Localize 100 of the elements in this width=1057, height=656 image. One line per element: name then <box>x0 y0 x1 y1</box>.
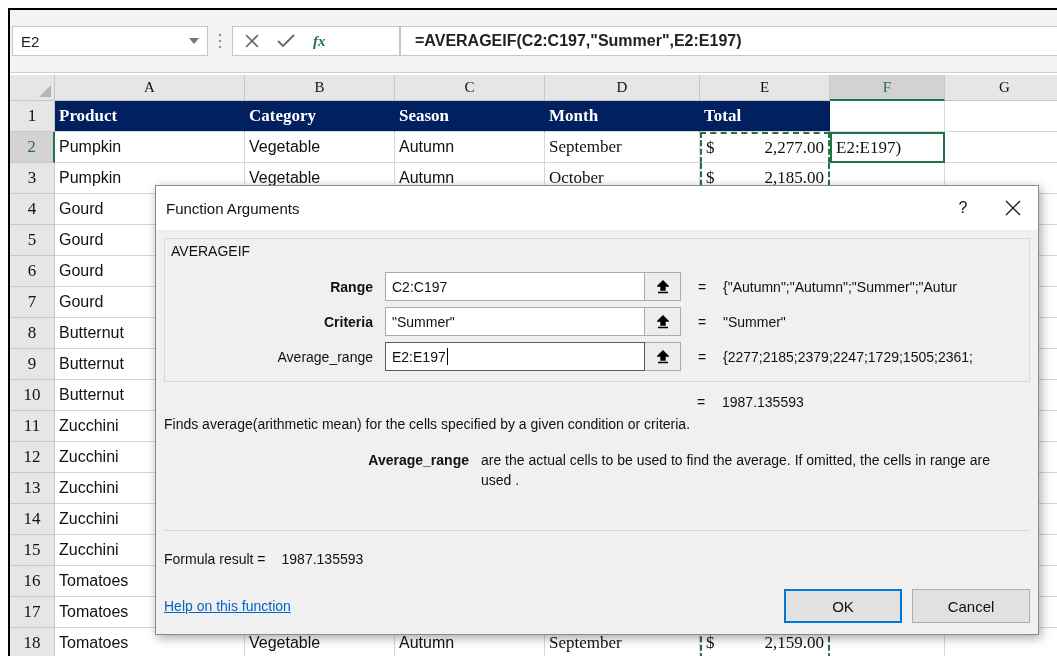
table-cell: Zucchini <box>59 448 119 466</box>
equals-sign: = <box>695 394 707 410</box>
formula-result-value: 1987.135593 <box>281 551 364 567</box>
column-header[interactable]: C <box>395 75 545 101</box>
argument-label: Average_range <box>276 348 374 365</box>
table-cell: Autumn <box>399 138 455 156</box>
function-result: 1987.135593 <box>722 394 805 410</box>
row-header[interactable]: 7 <box>10 287 55 318</box>
upload-arrow-icon[interactable] <box>656 314 669 329</box>
argument-label: Criteria <box>322 313 374 330</box>
function-name: AVERAGEIF <box>170 243 252 259</box>
row-header[interactable]: 2 <box>10 132 55 163</box>
row-header[interactable]: 17 <box>10 597 55 628</box>
row-header[interactable]: 8 <box>10 318 55 349</box>
argument-value: {2277;2185;2379;2247;1729;1505;2361; <box>723 348 974 365</box>
dialog-button[interactable]: OK <box>784 589 902 623</box>
table-cell: 2,185.00 <box>764 168 824 188</box>
table-cell: Vegetable <box>249 138 321 156</box>
table-cell: 2,159.00 <box>764 633 824 653</box>
argument-name: Average_range <box>367 451 469 470</box>
table-cell: Zucchini <box>59 417 119 435</box>
column-header[interactable]: G <box>945 75 1057 101</box>
table-cell: Tomatoes <box>59 603 129 621</box>
column-title: Category <box>249 106 317 126</box>
argument-field[interactable]: C2:C197 <box>385 272 645 301</box>
row-header[interactable]: 12 <box>10 442 55 473</box>
row-header[interactable]: 14 <box>10 504 55 535</box>
table-cell: Vegetable <box>249 169 321 187</box>
row-header[interactable]: 18 <box>10 628 55 656</box>
table-cell: 2,277.00 <box>764 138 824 158</box>
row-header[interactable]: 16 <box>10 566 55 597</box>
table-cell: Gourd <box>59 262 104 280</box>
equals-sign: = <box>696 278 708 295</box>
table-cell: September <box>549 137 622 157</box>
help-button[interactable]: ? <box>938 199 988 217</box>
table-cell: Pumpkin <box>59 169 122 187</box>
table-cell: Autumn <box>399 634 455 652</box>
argument-value: {"Autumn";"Autumn";"Summer";"Autur <box>723 278 958 295</box>
row-header[interactable]: 9 <box>10 349 55 380</box>
function-description: Finds average(arithmetic mean) for the cells specified by a given condition or criteria. <box>164 416 692 432</box>
upload-arrow-icon[interactable] <box>656 279 669 294</box>
table-cell: Zucchini <box>59 541 119 559</box>
argument-label: Range <box>329 278 374 295</box>
table-cell: Pumpkin <box>59 138 122 156</box>
table-cell: Gourd <box>59 200 104 218</box>
currency-symbol: $ <box>706 168 715 188</box>
argument-field[interactable]: "Summer" <box>385 307 645 336</box>
argument-field[interactable]: E2:E197 <box>385 342 645 371</box>
close-icon[interactable] <box>1005 200 1021 216</box>
dialog-button[interactable]: Cancel <box>912 589 1030 623</box>
select-all-icon <box>39 85 51 97</box>
cancel-icon[interactable] <box>245 34 259 48</box>
dropdown-caret-icon <box>189 38 199 44</box>
row-header[interactable]: 11 <box>10 411 55 442</box>
help-link[interactable]: Help on this function <box>164 598 291 614</box>
table-cell: Vegetable <box>249 634 321 652</box>
row-header[interactable]: 6 <box>10 256 55 287</box>
currency-symbol: $ <box>706 633 715 653</box>
insert-function-button[interactable]: fx <box>313 32 326 50</box>
column-title: Month <box>549 106 599 126</box>
argument-description: are the actual cells to be used to find the average. If omitted, the cells in range are used . <box>481 451 991 490</box>
table-cell: Gourd <box>59 293 104 311</box>
checkmark-icon[interactable] <box>277 34 295 48</box>
column-title: Total <box>704 106 742 126</box>
currency-symbol: $ <box>706 138 715 158</box>
column-title: Product <box>59 106 118 126</box>
table-cell: Tomatoes <box>59 634 129 652</box>
column-header[interactable]: F <box>830 75 945 101</box>
column-header[interactable]: A <box>55 75 245 101</box>
column-header[interactable]: B <box>245 75 395 101</box>
table-cell: Gourd <box>59 231 104 249</box>
row-header[interactable]: 15 <box>10 535 55 566</box>
cell-reference: E2 <box>21 32 40 50</box>
table-cell: Zucchini <box>59 510 119 528</box>
column-title: Season <box>399 106 450 126</box>
grip-dots-icon <box>218 33 222 49</box>
table-cell: Tomatoes <box>59 572 129 590</box>
table-cell: Zucchini <box>59 479 119 497</box>
column-header[interactable]: D <box>545 75 700 101</box>
formula-result-label: Formula result = <box>164 551 266 567</box>
row-header[interactable]: 3 <box>10 163 55 194</box>
formula-field[interactable]: =AVERAGEIF(C2:C197,"Summer",E2:E197) <box>400 26 1057 56</box>
row-header[interactable]: 10 <box>10 380 55 411</box>
table-cell: October <box>549 168 604 188</box>
row-header[interactable]: 13 <box>10 473 55 504</box>
table-cell: Butternut <box>59 355 124 373</box>
equals-sign: = <box>696 313 708 330</box>
table-cell: Butternut <box>59 324 124 342</box>
table-cell: Autumn <box>399 169 455 187</box>
table-cell: September <box>549 633 622 653</box>
dialog-title: Function Arguments <box>166 199 301 217</box>
column-header[interactable]: E <box>700 75 830 101</box>
equals-sign: = <box>696 348 708 365</box>
upload-arrow-icon[interactable] <box>656 349 669 364</box>
row-header[interactable]: 5 <box>10 225 55 256</box>
row-header[interactable]: 4 <box>10 194 55 225</box>
argument-value: "Summer" <box>723 313 787 330</box>
row-header[interactable]: 1 <box>10 101 55 132</box>
name-box[interactable]: E2 <box>12 26 208 56</box>
table-cell: Butternut <box>59 386 124 404</box>
